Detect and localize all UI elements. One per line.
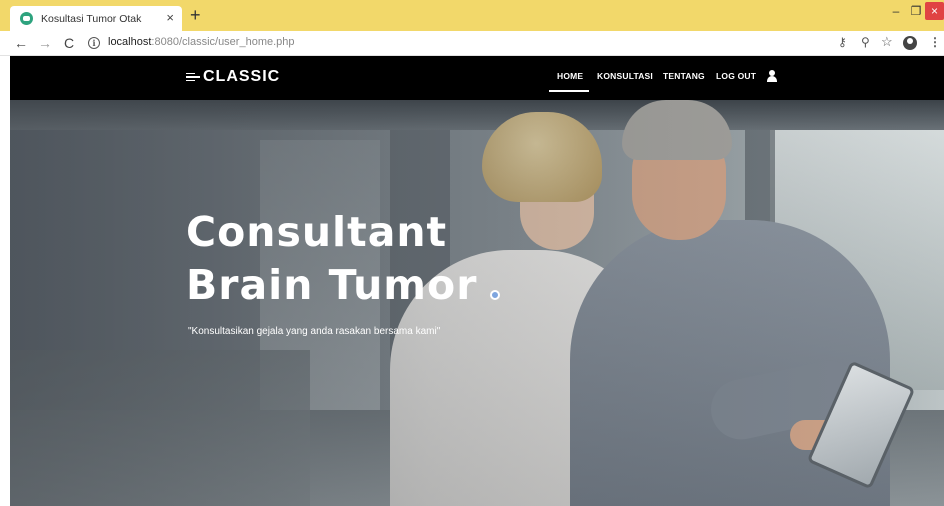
brand-mark-icon	[186, 72, 200, 82]
url-path: :8080/classic/user_home.php	[151, 36, 295, 48]
favicon-icon	[20, 12, 33, 25]
nav-logout[interactable]: LOG OUT	[716, 71, 756, 81]
url-host: localhost	[108, 36, 152, 48]
back-icon[interactable]: ←	[12, 34, 30, 52]
hero-title-line1: Consultant	[186, 208, 448, 256]
key-icon[interactable]: ⚷	[838, 35, 847, 49]
site-navbar: CLASSIC HOME KONSULTASI TENTANG LOG OUT	[10, 56, 944, 100]
new-tab-button[interactable]: +	[190, 5, 201, 25]
address-bar[interactable]: localhost:8080/classic/user_home.php	[108, 36, 295, 48]
nav-konsultasi[interactable]: KONSULTASI	[597, 71, 653, 81]
browser-toolbar: ← → C i localhost:8080/classic/user_home…	[0, 31, 944, 56]
nav-home[interactable]: HOME	[557, 71, 583, 81]
window-maximize-button[interactable]: ❐	[907, 2, 925, 20]
page: CLASSIC HOME KONSULTASI TENTANG LOG OUT	[10, 56, 944, 506]
window-minimize-button[interactable]: –	[887, 2, 905, 20]
tab-close-button[interactable]: ×	[166, 11, 174, 25]
menu-icon[interactable]: ⋮	[929, 35, 941, 49]
accent-dot	[490, 290, 500, 300]
brand-logo[interactable]: CLASSIC	[186, 68, 280, 86]
user-icon[interactable]	[767, 70, 777, 82]
brand-name: CLASSIC	[203, 68, 281, 85]
browser-tab[interactable]: Kosultasi Tumor Otak ×	[10, 6, 182, 31]
account-icon[interactable]	[903, 36, 917, 50]
window-close-button[interactable]: ×	[925, 2, 944, 20]
hero-subtitle: "Konsultasikan gejala yang anda rasakan …	[188, 326, 441, 337]
nav-active-underline	[549, 90, 589, 92]
nav-tentang[interactable]: TENTANG	[663, 71, 705, 81]
forward-icon[interactable]: →	[36, 34, 54, 52]
hero-title: Consultant Brain Tumor	[186, 206, 477, 312]
tab-title: Kosultasi Tumor Otak	[41, 12, 142, 25]
hero-title-line2: Brain Tumor	[186, 261, 478, 309]
info-icon[interactable]: i	[88, 37, 100, 49]
browser-tab-strip: Kosultasi Tumor Otak × + – ❐ ×	[0, 0, 944, 31]
zoom-icon[interactable]: ⚲	[861, 35, 870, 49]
hero-banner: Consultant Brain Tumor "Konsultasikan ge…	[10, 100, 944, 506]
reload-icon[interactable]: C	[60, 34, 78, 52]
star-icon[interactable]: ☆	[881, 34, 893, 50]
